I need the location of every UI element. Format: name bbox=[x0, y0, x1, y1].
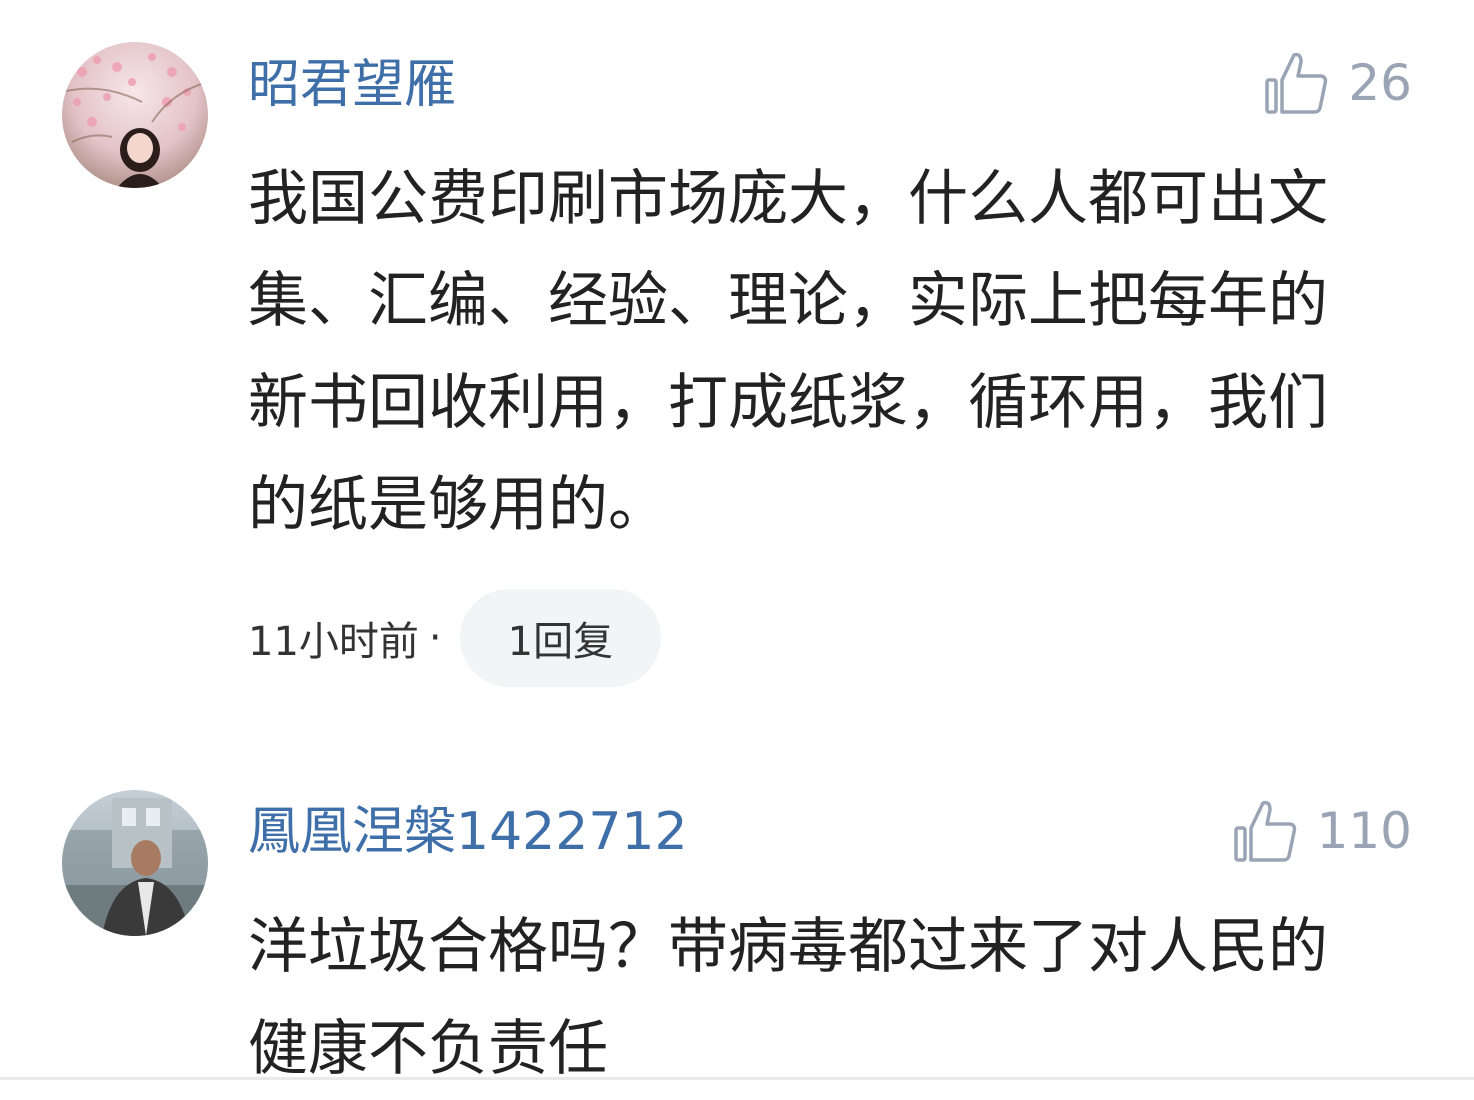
comment-item: 鳳凰涅槃1422712 110 洋垃圾合格吗？带病毒都过来了对人民的健康不负责任 bbox=[0, 0, 1474, 1084]
username[interactable]: 鳳凰涅槃1422712 bbox=[248, 801, 688, 863]
like-count: 110 bbox=[1316, 802, 1412, 860]
avatar[interactable] bbox=[62, 790, 208, 936]
like-button[interactable]: 110 bbox=[1233, 796, 1412, 866]
comment-content: 洋垃圾合格吗？带病毒都过来了对人民的健康不负责任 bbox=[248, 912, 1328, 1084]
thumbs-up-icon bbox=[1233, 798, 1299, 864]
